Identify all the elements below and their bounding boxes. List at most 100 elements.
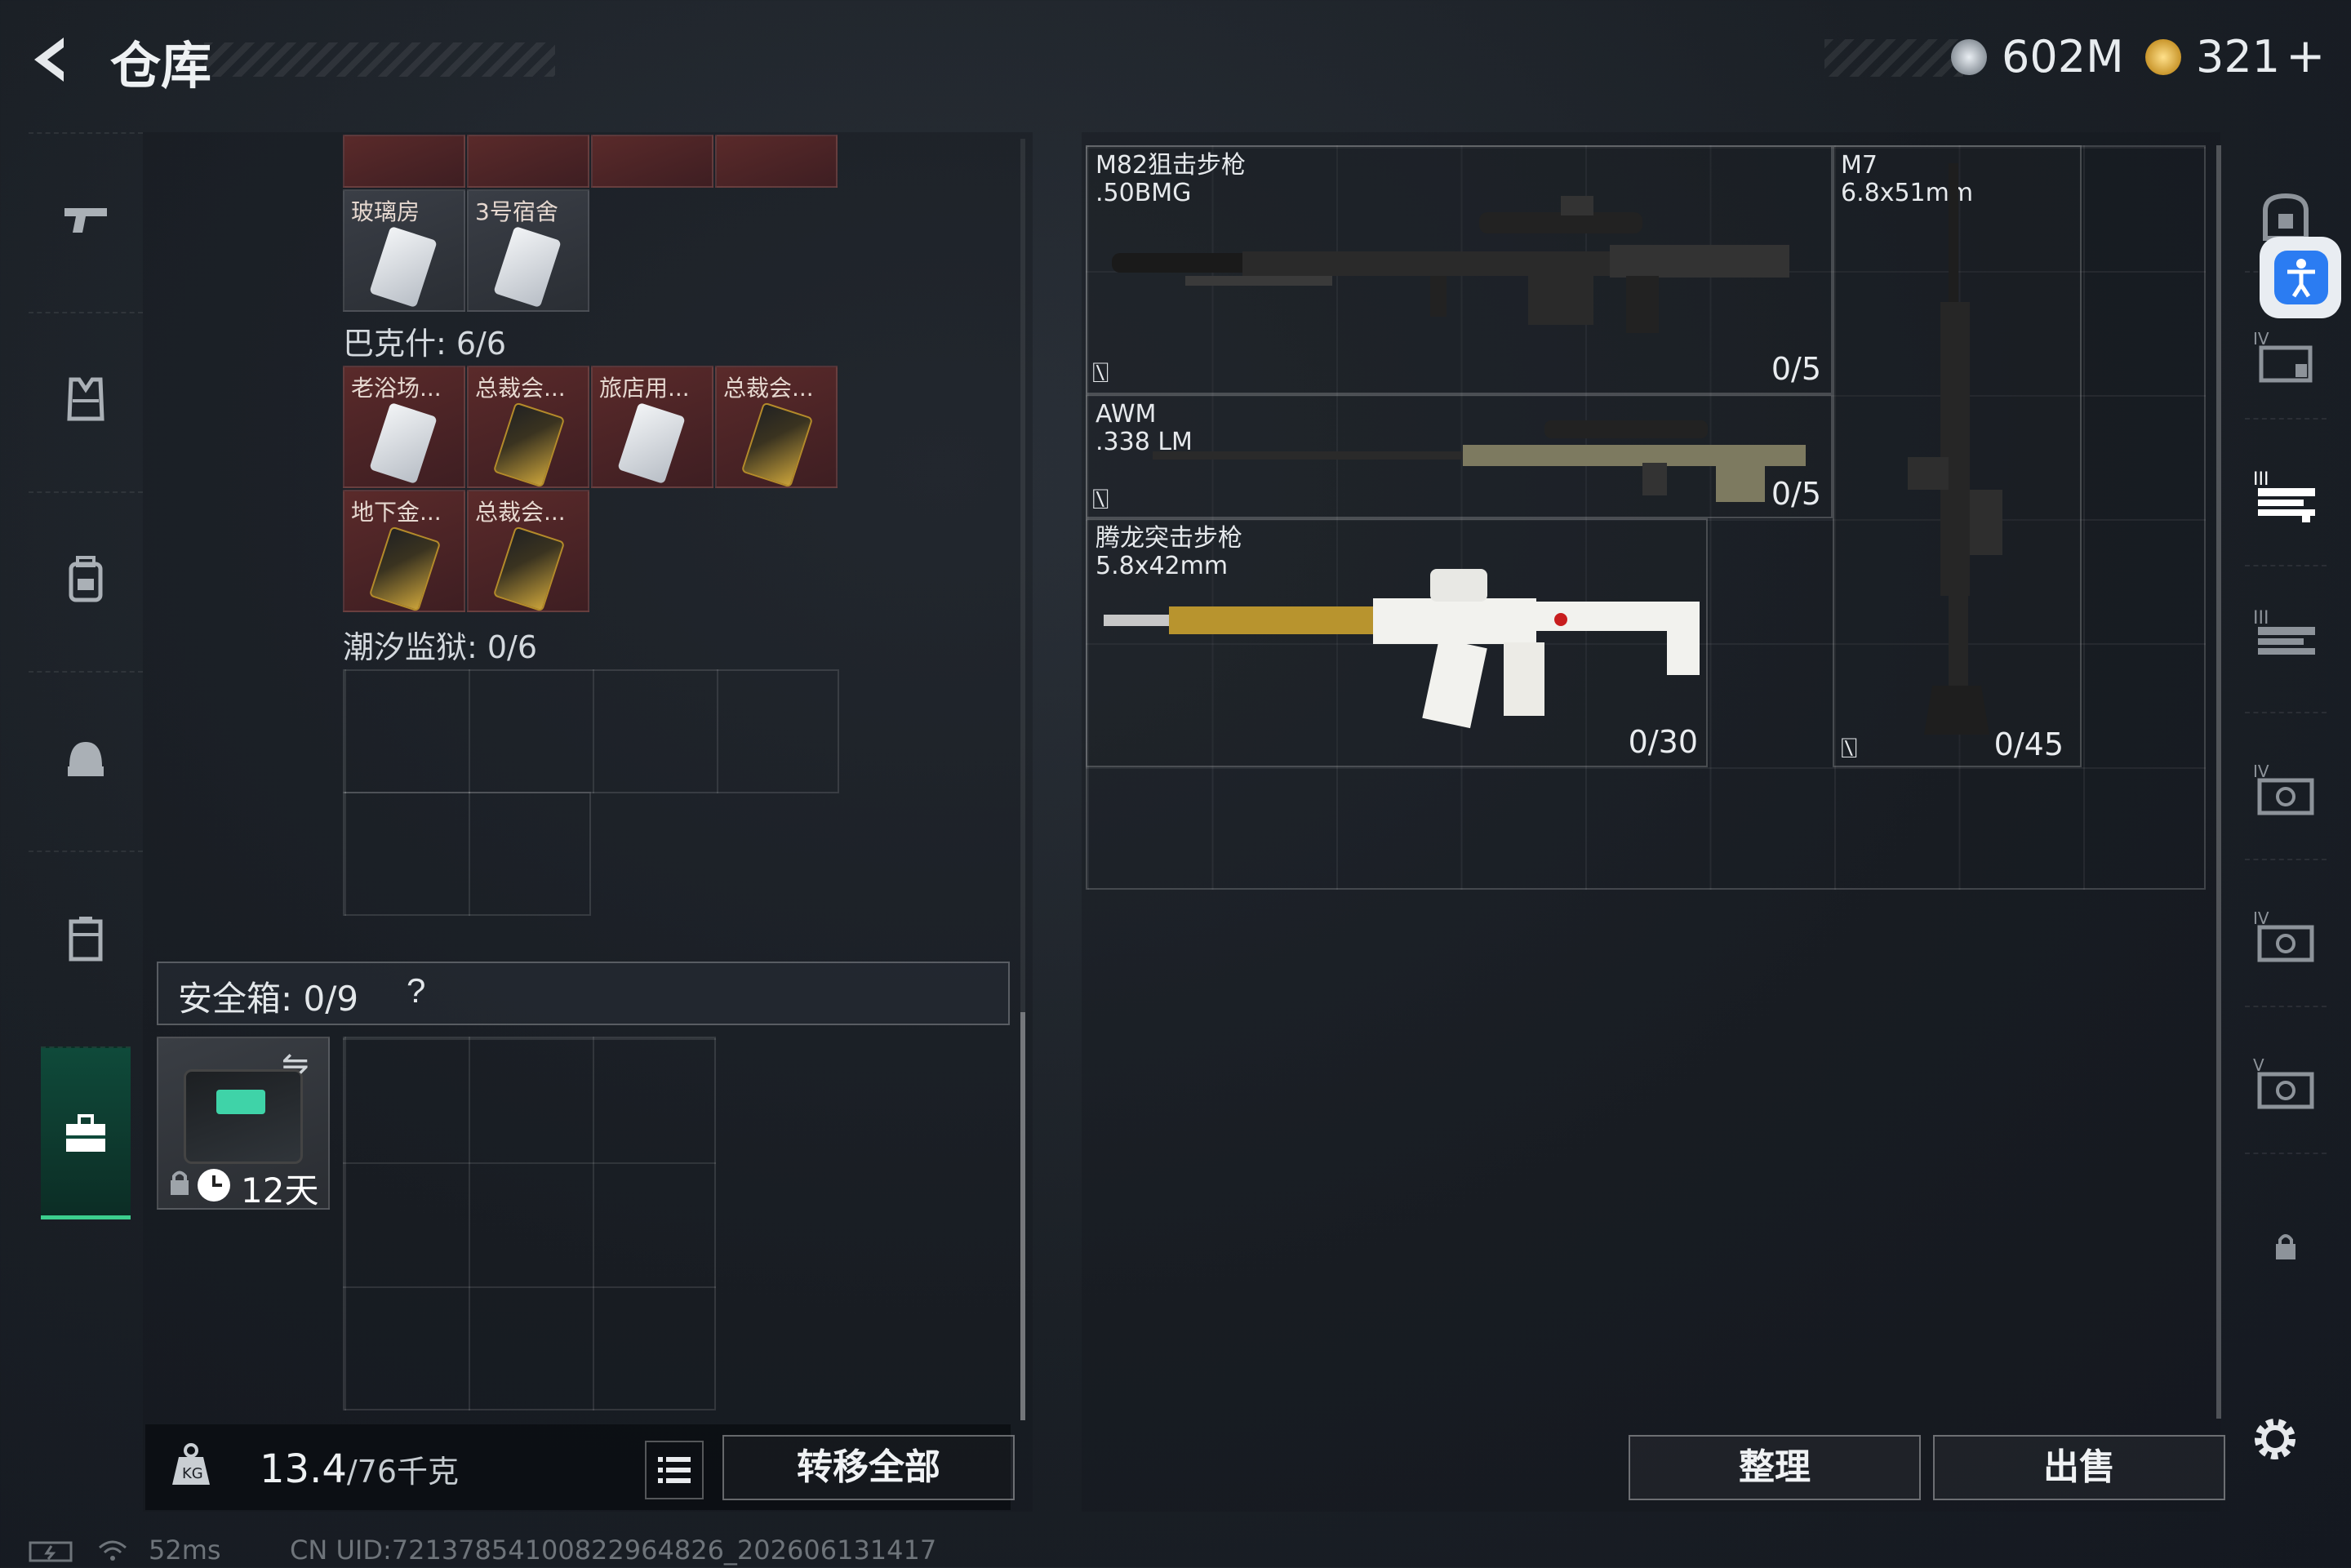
weapon-rack-icon: III [2245,467,2327,533]
keycard-icon [493,225,562,309]
svg-text:III: III [2253,608,2269,629]
item-label: 旅店用... [599,375,690,402]
svg-text:IV: IV [2253,762,2269,781]
ammo-count: 0/5 [1771,351,1821,387]
pistol-icon [61,195,110,244]
nav-weapon-rack-selected[interactable]: III [2245,426,2327,566]
keycard-item[interactable]: 老浴场... [343,366,465,488]
nav-weapons[interactable] [29,132,143,305]
nav-briefcase-selected[interactable] [41,1046,131,1219]
weight-value: 13.4/76千克 [260,1446,460,1492]
ammo-box-icon: IV [2245,908,2327,974]
nav-ammo-box[interactable]: IV [2245,867,2327,1007]
locker-icon [61,913,110,962]
nav-locker[interactable] [29,851,143,1024]
weight-kg-icon: KG [167,1441,215,1488]
weapon-rack-icon: III [2245,606,2327,672]
empty-slot-row[interactable] [343,669,839,793]
clock-icon [198,1169,230,1202]
storage-item[interactable] [715,135,838,188]
nav-locked-slot[interactable] [2245,1161,2327,1299]
lock-icon [168,1169,191,1197]
back-arrow-icon[interactable] [24,31,82,88]
storage-item[interactable] [591,135,713,188]
storage-item[interactable] [467,135,589,188]
wifi-icon [96,1538,129,1562]
transfer-all-button[interactable]: 转移全部 [722,1435,1015,1500]
top-bar: 仓库 602M 321 + [0,0,2351,122]
safe-container-screen [216,1090,265,1114]
silver-coin-icon [1951,39,1987,75]
section-title-bakshi: 巴克什: 6/6 [343,326,507,362]
sort-button[interactable]: 整理 [1629,1435,1921,1500]
item-label: 玻璃房 [351,198,420,225]
weapon-scrollbar[interactable] [2216,145,2221,1419]
keycard-item[interactable]: 地下金... [343,490,465,612]
weapon-slot-tenglong[interactable]: 腾龙突击步枪 5.8x42mm 0/30 [1086,518,1708,767]
awm-rifle-image [1153,420,1806,502]
item-label: 3号宿舍 [475,198,558,225]
keycard-item[interactable]: 3号宿舍 [467,189,589,312]
ammo-box-icon: IV [2245,761,2327,827]
weapon-slot-awm[interactable]: AWM .338 LM ⍂ 0/5 [1086,394,1833,518]
help-icon[interactable]: ? [407,971,425,1011]
weapon-slot-m82[interactable]: M82狙击步枪 .50BMG ⍂ 0/5 [1086,145,1833,394]
nav-backpack[interactable] [29,491,143,664]
briefcase-icon [61,1109,110,1158]
gear-icon[interactable] [2247,1410,2304,1468]
keycard-item[interactable]: 总裁会... [715,366,838,488]
item-label: 老浴场... [351,375,442,402]
keycard-icon [368,526,442,612]
gold-coin-icon [2145,39,2181,75]
keycard-item[interactable]: 总裁会... [467,366,589,488]
accessibility-icon [2274,251,2328,304]
page-title: 仓库 [110,36,212,96]
title-decoration [204,42,555,77]
nav-ammo-box[interactable]: V [2245,1014,2327,1154]
keycard-icon [740,402,814,488]
item-label: 总裁会... [475,375,566,402]
armor-vest-icon [61,375,110,424]
sell-button[interactable]: 出售 [1933,1435,2225,1500]
keycard-icon [492,402,566,488]
lock-icon [2245,1226,2327,1270]
m7-rifle-image [1908,163,2002,735]
svg-text:KG: KG [182,1465,203,1482]
safe-time-left: 12天 [241,1170,319,1210]
ammo-box-icon: V [2245,1055,2327,1121]
weapon-slot-m7[interactable]: M7 6.8x51mm ⍂ 0/45 [1833,145,2082,767]
swap-icon[interactable]: ⇋ [282,1045,309,1082]
safe-container-image [184,1069,303,1164]
item-label: 总裁会... [475,499,566,526]
empty-slot-row[interactable] [343,792,591,916]
nav-weapon-rack[interactable]: III [2245,573,2327,713]
tenglong-rifle-image [1104,569,1700,729]
keycard-item[interactable]: 总裁会... [467,490,589,612]
add-currency-button[interactable]: + [2286,28,2326,83]
keycard-item[interactable]: 玻璃房 [343,189,465,312]
svg-text:III: III [2253,469,2269,490]
list-button[interactable] [645,1441,704,1499]
nav-ammo-box[interactable]: IV [2245,720,2327,860]
nav-armor[interactable] [29,312,143,485]
no-attachment-icon: ⍂ [1841,733,1858,764]
nav-helmet[interactable] [29,671,143,844]
safe-empty-grid[interactable] [343,1037,716,1410]
svg-text:V: V [2253,1055,2264,1075]
storage-item[interactable] [343,135,465,188]
storage-scrollbar[interactable] [1020,1012,1025,1420]
keycard-icon [617,402,686,485]
keycard-icon [369,402,438,485]
ping-text: 52ms [149,1535,221,1566]
section-title-tidal-prison: 潮汐监狱: 0/6 [343,629,538,665]
uid-text: CN UID:7213785410082296​4826_20260613141… [290,1535,937,1566]
safe-title: 安全箱: 0/9 [178,979,359,1019]
currency-gold-value: 321 [2196,31,2281,82]
no-attachment-icon: ⍂ [1092,484,1109,515]
ammo-count: 0/45 [1993,726,2064,762]
keycard-item[interactable]: 旅店用... [591,366,713,488]
safe-count: 0/9 [303,979,359,1019]
m82-rifle-image [1112,196,1789,333]
ammo-count: 0/30 [1628,724,1698,760]
no-attachment-icon: ⍂ [1092,358,1109,389]
